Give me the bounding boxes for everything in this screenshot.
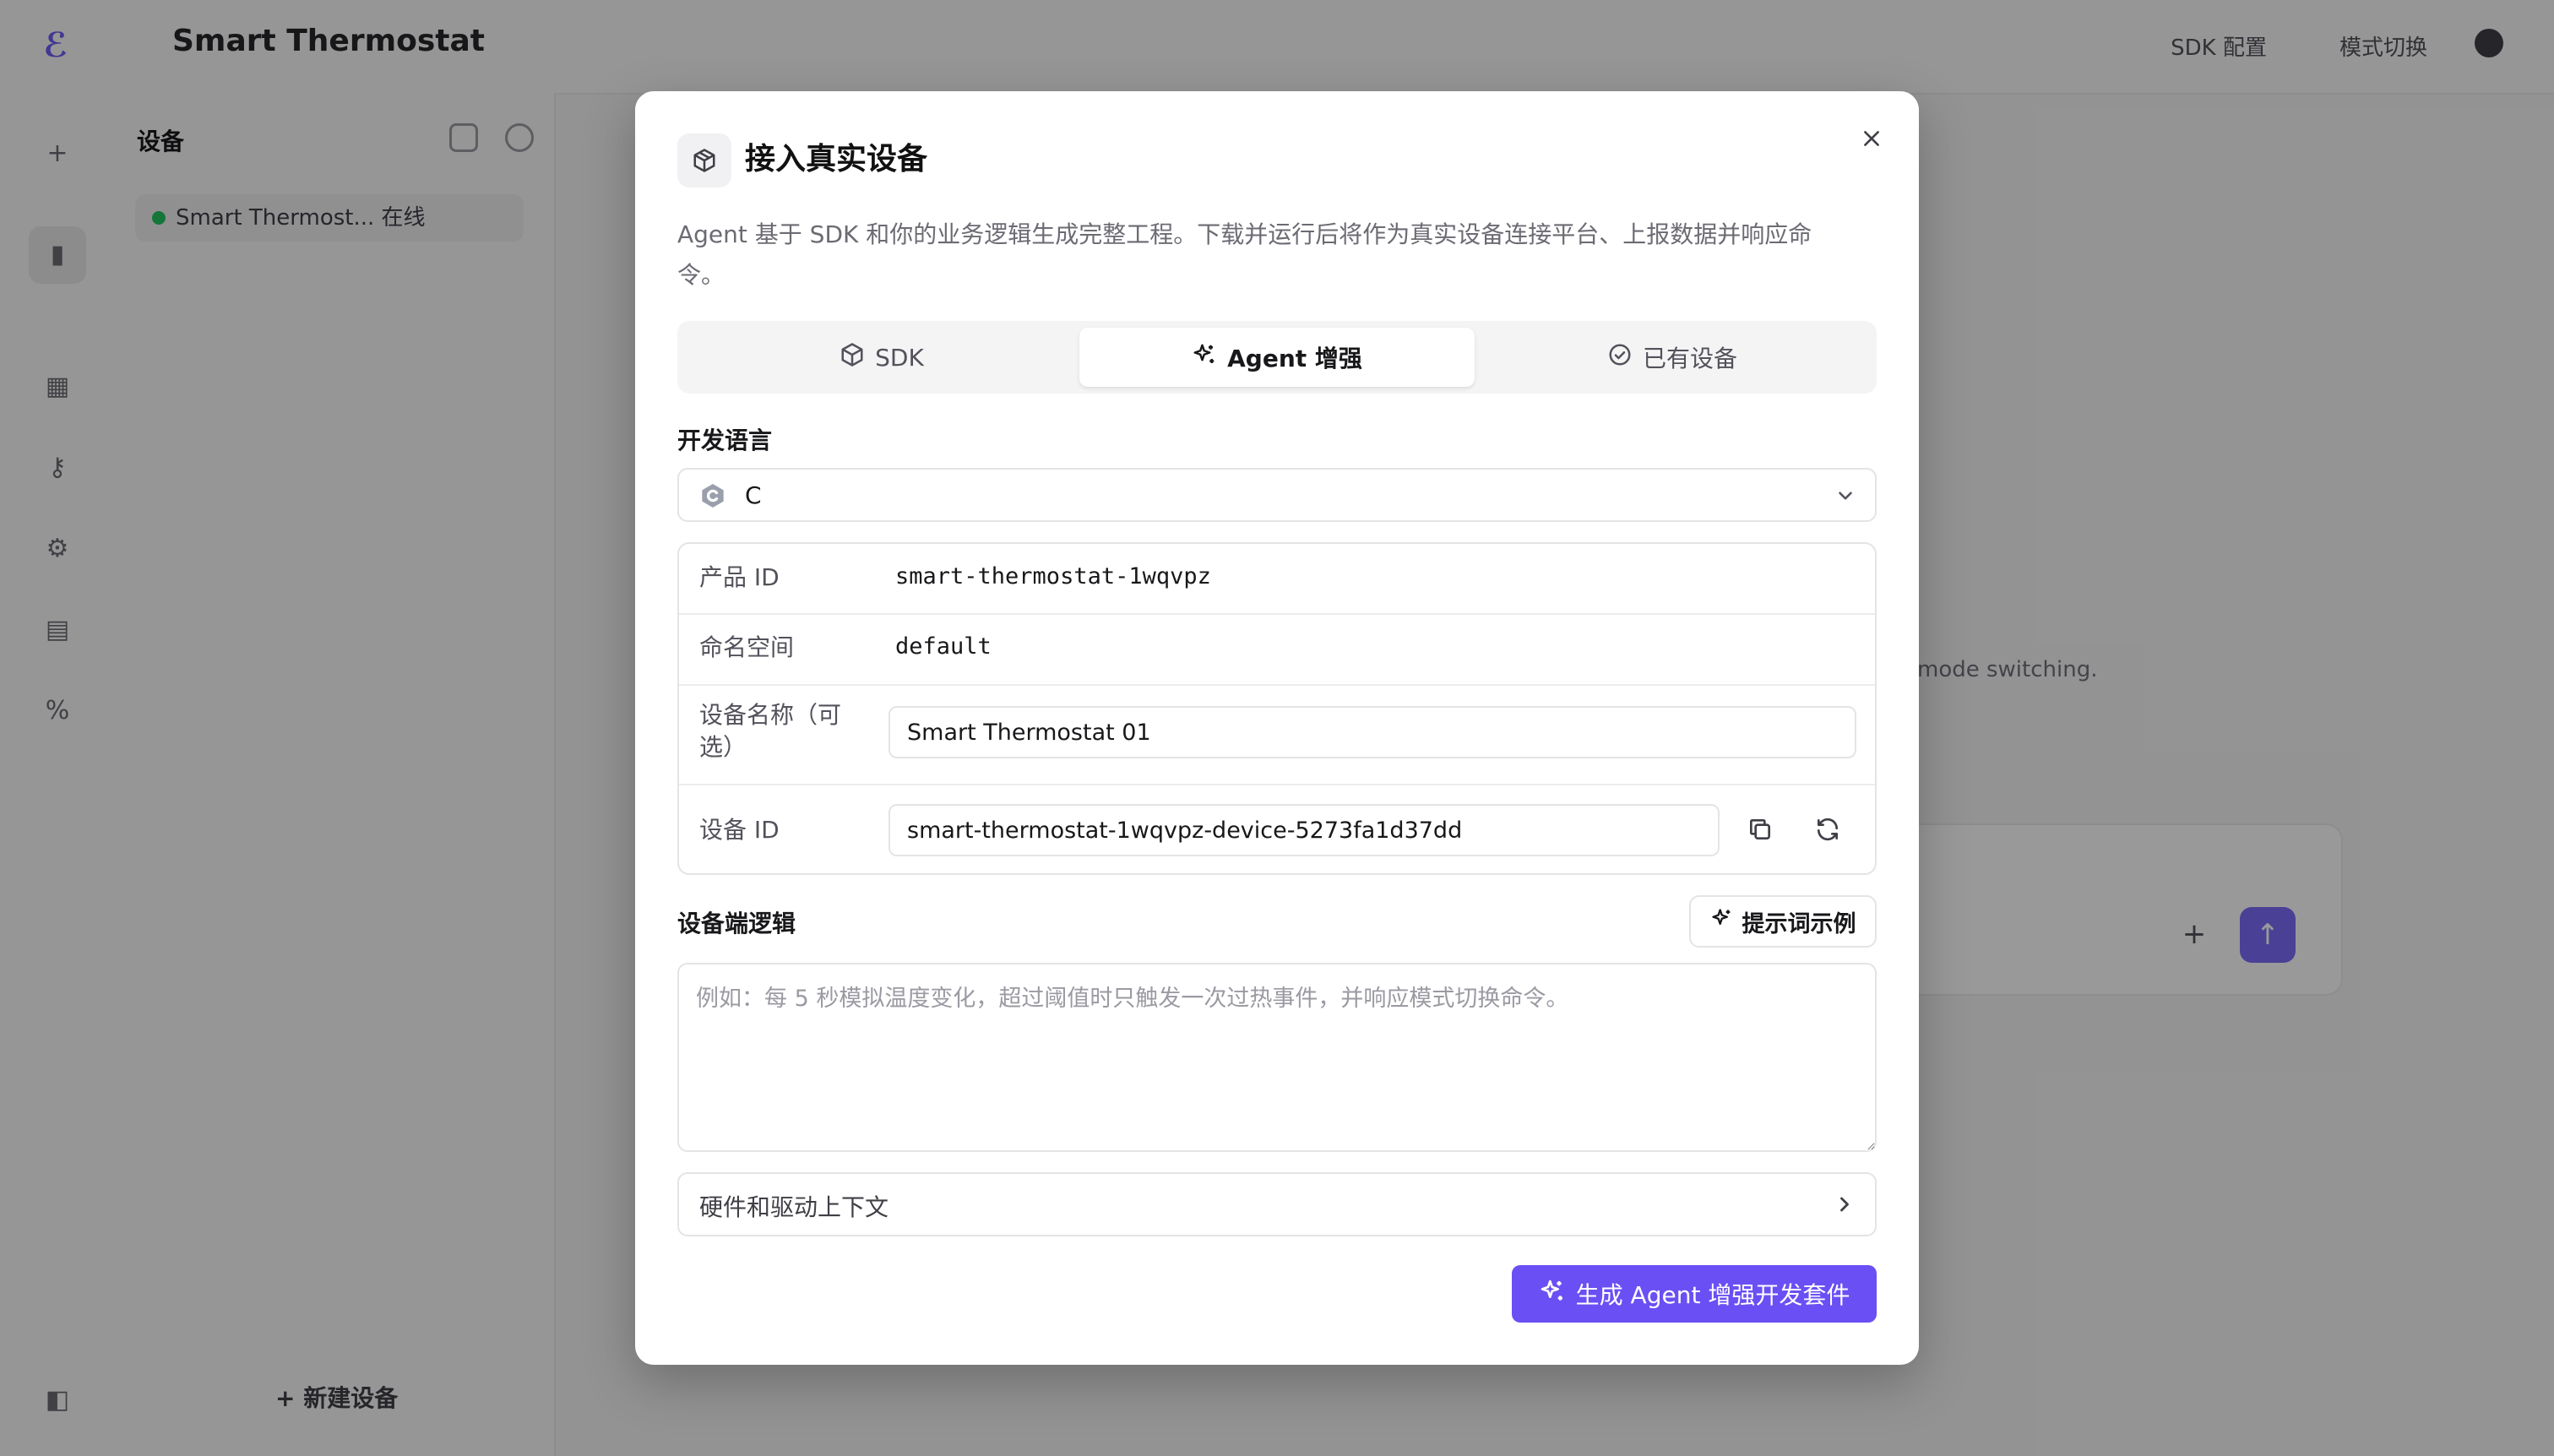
connect-device-dialog: 接入真实设备 Agent 基于 SDK 和你的业务逻辑生成完整工程。下载并运行后… bbox=[635, 91, 1919, 1365]
generate-kit-button[interactable]: 生成 Agent 增强开发套件 bbox=[1512, 1265, 1877, 1323]
hardware-context-label: 硬件和驱动上下文 bbox=[699, 1193, 889, 1221]
language-select[interactable]: C bbox=[677, 468, 1877, 522]
copy-icon[interactable] bbox=[1742, 811, 1779, 848]
tab-existing-device[interactable]: 已有设备 bbox=[1475, 328, 1870, 387]
chevron-right-icon bbox=[1833, 1193, 1856, 1220]
dialog-description: Agent 基于 SDK 和你的业务逻辑生成完整工程。下载并运行后将作为真实设备… bbox=[677, 220, 1812, 289]
dialog-title: 接入真实设备 bbox=[745, 142, 928, 177]
tab-label: Agent 增强 bbox=[1227, 345, 1362, 372]
package-icon bbox=[840, 342, 865, 373]
generate-kit-label: 生成 Agent 增强开发套件 bbox=[1575, 1281, 1850, 1309]
prompt-example-button[interactable]: 提示词示例 bbox=[1689, 895, 1877, 948]
device-logic-label: 设备端逻辑 bbox=[677, 910, 796, 937]
sparkles-icon bbox=[1710, 907, 1734, 937]
table-row: 产品 ID smart-thermostat-1wqvpz bbox=[679, 544, 1875, 615]
device-logic-textarea[interactable] bbox=[677, 963, 1877, 1152]
c-language-icon bbox=[699, 482, 726, 513]
prompt-example-label: 提示词示例 bbox=[1742, 910, 1856, 937]
product-id-label: 产品 ID bbox=[699, 563, 780, 591]
device-id-label: 设备 ID bbox=[699, 816, 780, 844]
tab-agent-enhanced[interactable]: Agent 增强 bbox=[1079, 328, 1475, 387]
language-label: 开发语言 bbox=[677, 426, 773, 454]
hardware-context-collapsible[interactable]: 硬件和驱动上下文 bbox=[677, 1172, 1877, 1236]
sparkles-icon bbox=[1539, 1278, 1566, 1311]
sparkles-icon bbox=[1192, 342, 1217, 373]
device-id-input[interactable] bbox=[888, 804, 1720, 856]
device-name-label: 设备名称（可选） bbox=[699, 701, 842, 761]
table-row: 设备名称（可选） bbox=[679, 684, 1875, 785]
device-name-input[interactable] bbox=[888, 706, 1856, 758]
package-icon bbox=[677, 133, 731, 187]
table-row: 命名空间 default bbox=[679, 613, 1875, 686]
close-icon[interactable] bbox=[1853, 120, 1890, 157]
tab-sdk[interactable]: SDK bbox=[684, 328, 1079, 387]
tab-label: 已有设备 bbox=[1642, 345, 1737, 372]
language-value: C bbox=[745, 481, 762, 509]
table-row: 设备 ID bbox=[679, 784, 1875, 873]
mode-tabs: SDK Agent 增强 已有设备 bbox=[677, 321, 1877, 394]
namespace-value: default bbox=[895, 633, 992, 660]
namespace-label: 命名空间 bbox=[699, 633, 795, 661]
check-circle-icon bbox=[1607, 342, 1633, 373]
tab-label: SDK bbox=[875, 343, 924, 372]
device-details-table: 产品 ID smart-thermostat-1wqvpz 命名空间 defau… bbox=[677, 542, 1877, 875]
product-id-value: smart-thermostat-1wqvpz bbox=[895, 563, 1211, 589]
refresh-icon[interactable] bbox=[1809, 811, 1846, 848]
chevron-down-icon bbox=[1834, 485, 1856, 510]
